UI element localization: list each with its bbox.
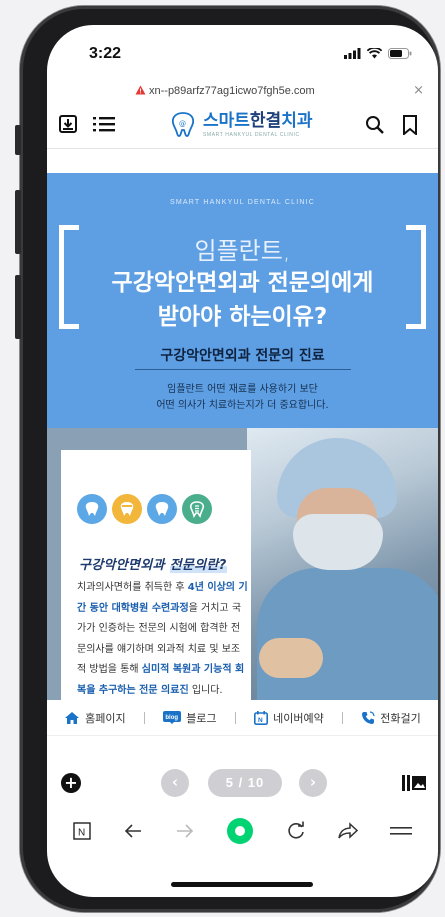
back-arrow-icon[interactable] (123, 823, 143, 839)
sparkle-tooth-icon (147, 494, 177, 524)
quick-links-bar: 홈페이지 blog 블로그 N 네이버예약 전화걸기 (47, 700, 438, 736)
svg-text:N: N (78, 828, 85, 839)
hero-banner: SMART HANKYUL DENTAL CLINIC 임플란트, 구강악안면외… (47, 173, 438, 428)
panel-title-part1: 구강악안면외과 (79, 558, 170, 573)
panel-body: 치과의사면허를 취득한 후 4년 이상의 기간 동안 대학병원 수련과정을 거치… (77, 578, 249, 700)
quick-link-call[interactable]: 전화걸기 (361, 710, 421, 726)
quick-link-divider (143, 711, 145, 724)
warning-icon (135, 85, 146, 95)
previous-page-button[interactable]: ‹ (161, 769, 189, 797)
search-icon[interactable] (365, 115, 385, 135)
banner-clinic-name: SMART HANKYUL DENTAL CLINIC (169, 199, 316, 206)
surgeon-glove (259, 638, 323, 678)
banner-heading-line2: 구강악안면외과 전문의에게 (111, 270, 374, 296)
download-box-icon[interactable] (59, 115, 77, 133)
home-green-dot-icon[interactable] (226, 817, 254, 845)
quick-link-blog[interactable]: blog 블로그 (163, 710, 217, 726)
quick-link-label: 전화걸기 (380, 711, 421, 725)
tooth-icon-row (77, 494, 212, 524)
site-header: @ 스마트한결치과 SMART HANKYUL DENTAL CLINIC (47, 105, 438, 149)
quick-link-naver-booking[interactable]: N 네이버예약 (254, 710, 324, 726)
banner-divider (135, 369, 351, 370)
page-navigator: + ‹ 5 / 10 › (47, 767, 438, 799)
share-icon[interactable] (338, 822, 359, 840)
wifi-icon (367, 48, 382, 59)
volume-up-button (15, 190, 21, 254)
site-logo[interactable]: @ 스마트한결치과 SMART HANKYUL DENTAL CLINIC (169, 111, 312, 139)
logo-suffix: 치과 (281, 111, 313, 131)
status-time: 3:22 (89, 45, 122, 62)
banner-heading-line3: 받아야 하는이유? (157, 304, 328, 330)
volume-down-button (15, 275, 21, 339)
quick-link-homepage[interactable]: 홈페이지 (64, 710, 126, 726)
phone-icon (362, 710, 375, 724)
banner-desc-line2: 어떤 의사가 치료하는지가 더 중요합니다. (156, 400, 329, 411)
logo-highlight: 한결 (249, 111, 282, 131)
next-page-button[interactable]: › (299, 769, 327, 797)
status-icons (344, 48, 412, 59)
phone-screen: 3:22 xn--p89arfz77ag1icwo7fgh5e.com × @ … (47, 25, 438, 897)
logo-text: 스마트한결치과 (203, 112, 312, 130)
quick-link-divider (342, 711, 344, 724)
info-panel: 구강악안면외과 전문의란? 치과의사면허를 취득한 후 4년 이상의 기간 동안… (61, 450, 251, 700)
crown-tooth-icon (112, 494, 142, 524)
url-bar[interactable]: xn--p89arfz77ag1icwo7fgh5e.com × (47, 81, 438, 103)
tooth-logo-icon: @ (171, 112, 195, 137)
blog-icon: blog (163, 711, 182, 724)
panel-title: 구강악안면외과 전문의란? (79, 554, 227, 573)
forward-arrow-icon[interactable] (175, 823, 195, 839)
menu-icon[interactable] (389, 825, 412, 837)
implant-tooth-icon (182, 494, 212, 524)
status-bar: 3:22 (47, 25, 438, 81)
reload-icon[interactable] (286, 821, 306, 841)
url-close-button[interactable]: × (413, 83, 424, 98)
quick-link-label: 네이버예약 (273, 711, 324, 725)
svg-text:N: N (258, 717, 263, 724)
banner-subtitle: 구강악안면외과 전문의 진료 (160, 348, 325, 364)
browser-navbar: N (47, 809, 438, 853)
home-icon (65, 711, 80, 724)
mute-switch (15, 125, 21, 155)
add-tab-button[interactable]: + (61, 773, 81, 793)
battery-icon (388, 48, 412, 59)
page-counter: 5 / 10 (208, 769, 282, 797)
logo-subtitle: SMART HANKYUL DENTAL CLINIC (203, 132, 300, 138)
naver-calendar-icon: N (254, 710, 269, 725)
bookmark-icon[interactable] (402, 115, 418, 135)
surgeon-mask (293, 514, 383, 570)
quick-link-divider (234, 711, 236, 724)
quick-link-label: 블로그 (186, 711, 217, 725)
surgeon-body (257, 568, 438, 700)
tooth-icon (77, 494, 107, 524)
url-text[interactable]: xn--p89arfz77ag1icwo7fgh5e.com (149, 85, 315, 97)
panel-title-part2: 전문의란? (169, 558, 227, 573)
quick-link-label: 홈페이지 (85, 711, 126, 725)
menu-list-icon[interactable] (93, 115, 115, 133)
naver-n-icon[interactable]: N (73, 822, 91, 840)
signal-icon (344, 48, 361, 59)
logo-prefix: 스마트 (203, 111, 250, 131)
panel-text-3: 입니다. (188, 684, 223, 696)
svg-text:blog: blog (166, 715, 179, 721)
surgeon-photo-section: 구강악안면외과 전문의란? 치과의사면허를 취득한 후 4년 이상의 기간 동안… (47, 428, 438, 700)
home-indicator[interactable] (171, 882, 313, 887)
gallery-icon[interactable] (402, 775, 426, 791)
svg-text:@: @ (179, 120, 186, 128)
banner-heading-line1: 임플란트, (194, 237, 291, 265)
panel-text-1: 치과의사면허를 취득한 후 (77, 582, 188, 593)
banner-desc-line1: 임플란트 어떤 재료를 사용하기 보단 (167, 384, 318, 395)
